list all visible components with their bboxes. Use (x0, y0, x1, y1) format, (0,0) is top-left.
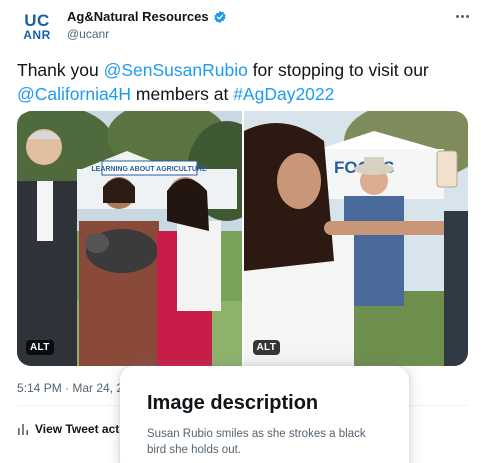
image-description-popup: Image description Susan Rubio smiles as … (120, 366, 409, 463)
mention-link[interactable]: @SenSusanRubio (104, 60, 248, 80)
tweet-text: Thank you @SenSusanRubio for stopping to… (17, 58, 467, 106)
display-name[interactable]: Ag&Natural Resources (67, 9, 209, 24)
photo-1-image: LEARNING ABOUT AGRICULTURE (17, 111, 242, 366)
tweet: UC ANR Ag&Natural Resources @ucanr Thank… (0, 0, 481, 463)
avatar-logo-anr: ANR (23, 27, 51, 42)
timestamp[interactable]: 5:14 PM · Mar 24, 2 (17, 381, 123, 395)
popup-body: Susan Rubio smiles as she strokes a blac… (147, 428, 366, 456)
popup-title: Image description (147, 392, 319, 414)
photo-1-sign-text: LEARNING ABOUT AGRICULTURE (91, 166, 207, 173)
tweet-text-part: for stopping to visit our (247, 60, 429, 80)
author-name-row: Ag&Natural Resources (67, 9, 227, 24)
tweet-text-part: members at (131, 84, 234, 104)
photo-2[interactable]: FOODS ALT (243, 111, 468, 366)
alt-badge[interactable]: ALT (26, 340, 54, 355)
more-options-icon[interactable] (452, 8, 472, 24)
verified-badge-icon (213, 10, 226, 23)
handle[interactable]: @ucanr (67, 27, 109, 41)
avatar[interactable]: UC ANR (17, 7, 57, 47)
media-grid: LEARNING ABOUT AGRICULTURE ALT ALT (17, 111, 468, 366)
view-tweet-activity-label: View Tweet activ (35, 422, 130, 436)
tweet-text-part: Thank you (17, 60, 104, 80)
hashtag-link[interactable]: #AgDay2022 (233, 84, 334, 104)
alt-badge[interactable]: ALT (252, 340, 281, 355)
photo-2-image: FOODS (243, 111, 468, 366)
activity-bars-icon (18, 424, 28, 435)
avatar-logo-uc: UC (24, 10, 50, 30)
mention-link[interactable]: @California4H (17, 84, 131, 104)
photo-1[interactable]: LEARNING ABOUT AGRICULTURE ALT (17, 111, 242, 366)
view-tweet-activity-link[interactable]: View Tweet activ (17, 422, 129, 436)
